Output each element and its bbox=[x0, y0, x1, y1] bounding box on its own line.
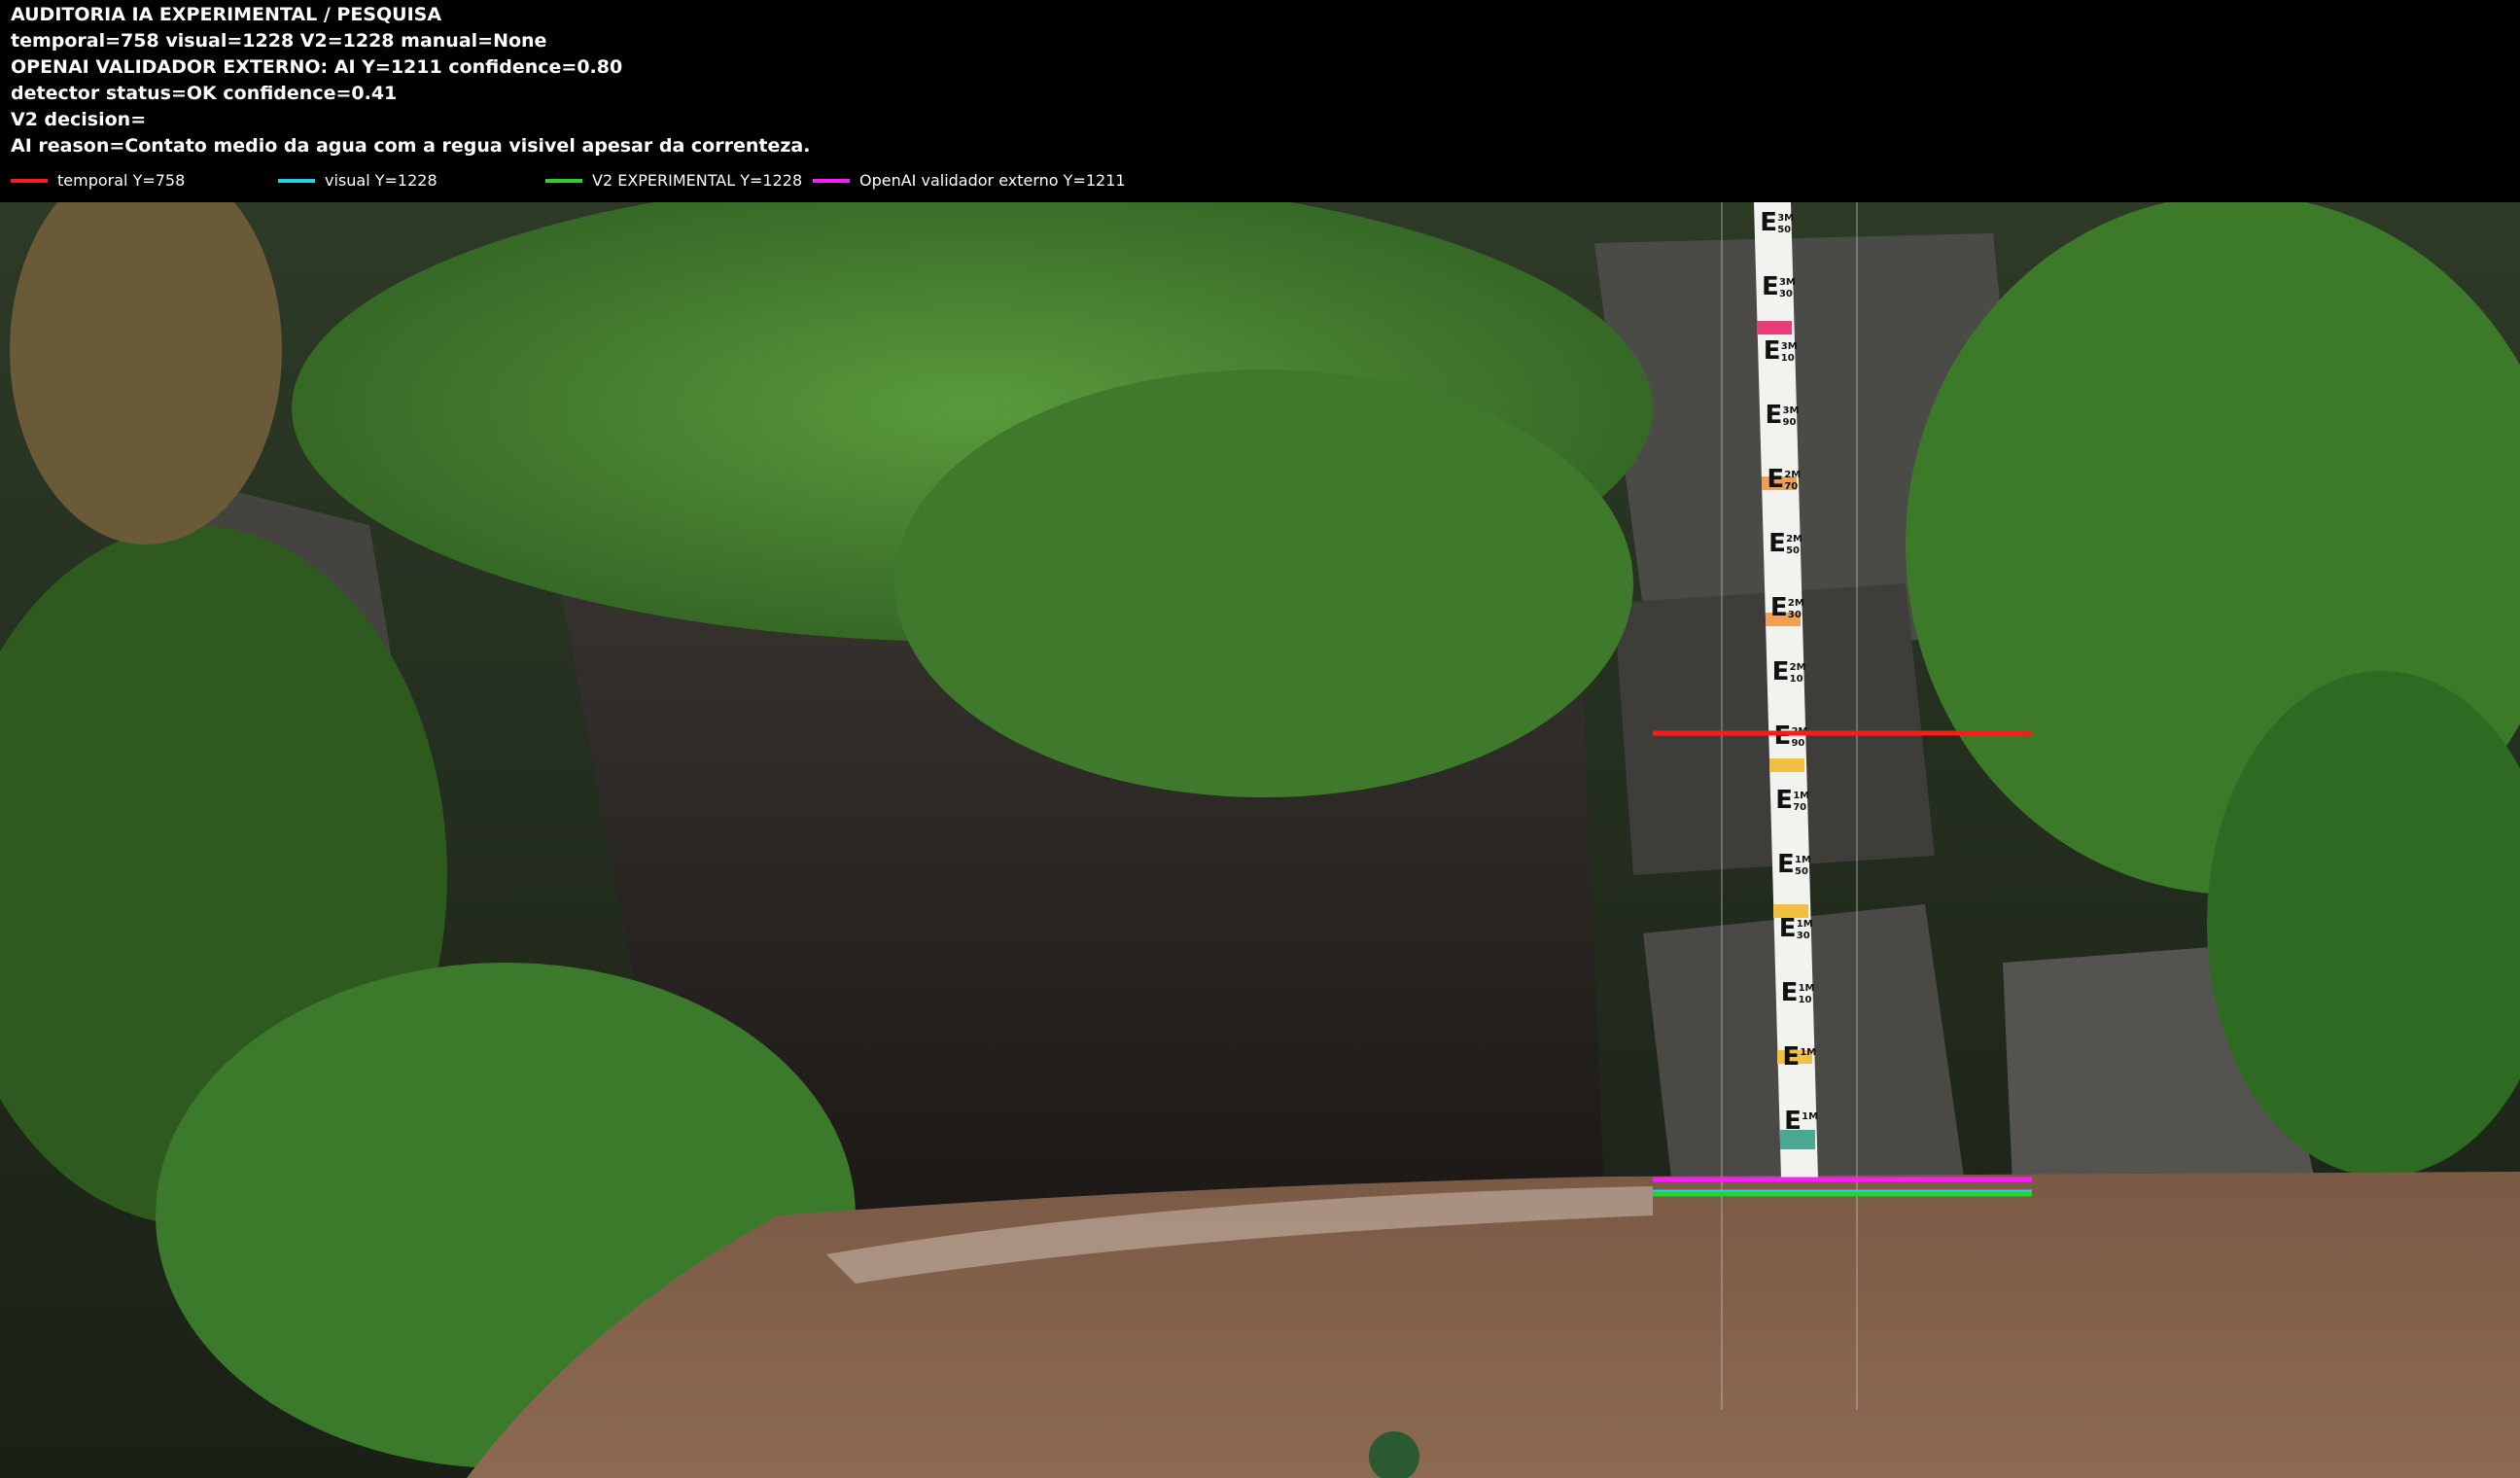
gauge-e-mark: E bbox=[1762, 272, 1779, 301]
gauge-e-mark: E bbox=[1781, 978, 1799, 1007]
gauge-e-mark: E bbox=[1777, 850, 1795, 879]
legend-swatch-temporal bbox=[11, 178, 48, 183]
audit-header: AUDITORIA IA EXPERIMENTAL / PESQUISA tem… bbox=[0, 0, 2520, 202]
header-openai-validator: OPENAI VALIDADOR EXTERNO: AI Y=1211 conf… bbox=[11, 56, 623, 78]
gauge-cm-label: 70 bbox=[1784, 481, 1798, 492]
legend: temporal Y=758 visual Y=1228 V2 EXPERIME… bbox=[0, 171, 2520, 194]
gauge-e-mark: E bbox=[1773, 721, 1791, 751]
legend-item-temporal: temporal Y=758 bbox=[11, 171, 185, 190]
gauge-meter-label: 1M bbox=[1797, 919, 1813, 930]
gauge-cm-label: 30 bbox=[1797, 931, 1810, 941]
legend-label-visual: visual Y=1228 bbox=[325, 171, 438, 190]
gauge-e-mark: E bbox=[1775, 786, 1793, 815]
gauge-meter-label: 3M bbox=[1783, 405, 1800, 416]
legend-item-visual: visual Y=1228 bbox=[278, 171, 438, 190]
legend-item-v2: V2 EXPERIMENTAL Y=1228 bbox=[545, 171, 802, 190]
gauge-meter-label: 3M bbox=[1777, 213, 1794, 224]
gauge-e-mark: E bbox=[1784, 1107, 1802, 1136]
river-scene: E 3M50E 3M30E 3M10E 3M90E 2M70E 2M50E 2M30E 2M10… bbox=[0, 202, 2520, 1478]
gauge-e-mark: E bbox=[1779, 914, 1797, 943]
gauge-cm-label: 10 bbox=[1790, 674, 1803, 685]
header-ai-reason: AI reason=Contato medio da agua com a re… bbox=[11, 135, 811, 157]
gauge-cm-label: 10 bbox=[1799, 995, 1812, 1005]
header-v2-decision: V2 decision= bbox=[11, 109, 147, 130]
gauge-cm-label: 30 bbox=[1779, 289, 1793, 299]
gauge-meter-label: 2M bbox=[1786, 534, 1802, 545]
gauge-e-mark: E bbox=[1772, 657, 1790, 686]
gauge-e-mark: E bbox=[1766, 401, 1783, 430]
camera-frame: E 3M 50 E 3M 30 E 3M 10 E 3M 90 E 2M 70 E 2M 50 E 2M 30 E 2M 10… bbox=[0, 202, 2520, 1478]
gauge-e-mark: E bbox=[1760, 208, 1777, 237]
legend-label-temporal: temporal Y=758 bbox=[57, 171, 186, 190]
gauge-meter-label: 1M bbox=[1802, 1111, 1818, 1122]
gauge-meter-label: 1M bbox=[1795, 855, 1811, 865]
gauge-meter-label: 1M bbox=[1793, 791, 1809, 801]
gauge-meter-label: 3M bbox=[1779, 277, 1796, 288]
gauge-band-pink bbox=[1757, 321, 1792, 334]
gauge-e-mark: E bbox=[1764, 336, 1781, 366]
legend-swatch-openai bbox=[813, 178, 850, 183]
vegetation-vines bbox=[894, 370, 1633, 797]
gauge-cm-label: 30 bbox=[1788, 610, 1802, 620]
gauge-meter-label: 3M bbox=[1781, 341, 1798, 352]
header-title: AUDITORIA IA EXPERIMENTAL / PESQUISA bbox=[11, 4, 442, 25]
gauge-meter-label: 1M bbox=[1799, 983, 1815, 994]
header-levels: temporal=758 visual=1228 V2=1228 manual=… bbox=[11, 30, 547, 52]
gauge-meter-label: 2M bbox=[1784, 470, 1801, 480]
gauge-cm-label: 10 bbox=[1781, 353, 1795, 364]
gauge-cm-label: 50 bbox=[1786, 545, 1800, 556]
legend-swatch-visual bbox=[278, 178, 315, 183]
legend-item-openai: OpenAI validador externo Y=1211 bbox=[813, 171, 1126, 190]
gauge-e-mark: E bbox=[1782, 1042, 1800, 1072]
gauge-meter-label: 2M bbox=[1788, 598, 1804, 609]
gauge-e-mark: E bbox=[1768, 529, 1786, 558]
header-detector-status: detector status=OK confidence=0.41 bbox=[11, 83, 398, 104]
gauge-cm-label: 90 bbox=[1791, 738, 1804, 749]
gauge-e-mark: E bbox=[1770, 593, 1788, 622]
gauge-e-mark: E bbox=[1767, 465, 1784, 494]
gauge-band-yellow-1 bbox=[1769, 758, 1804, 772]
gauge-meter-label: 2M bbox=[1790, 662, 1806, 673]
gauge-meter-label: 1M bbox=[1800, 1047, 1816, 1058]
gauge-cm-label: 50 bbox=[1777, 225, 1791, 235]
legend-label-v2: V2 EXPERIMENTAL Y=1228 bbox=[592, 171, 803, 190]
gauge-cm-label: 50 bbox=[1795, 866, 1808, 877]
legend-swatch-v2 bbox=[545, 178, 582, 183]
gauge-cm-label: 90 bbox=[1783, 417, 1797, 428]
legend-label-openai: OpenAI validador externo Y=1211 bbox=[859, 171, 1126, 190]
gauge-cm-label: 70 bbox=[1793, 802, 1806, 813]
